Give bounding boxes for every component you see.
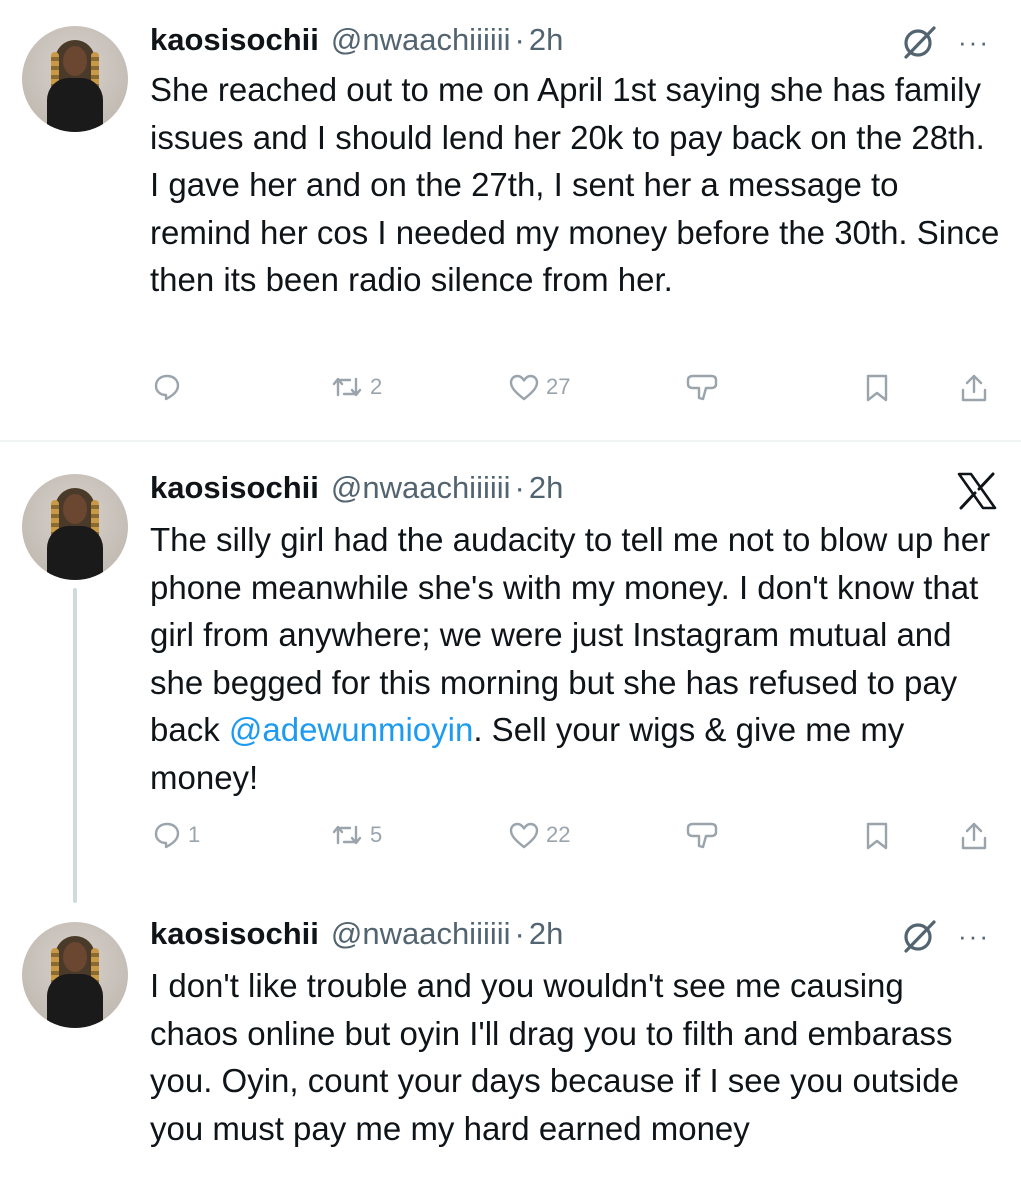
tweet-2[interactable]: kaosisochii @nwaachiiiiii · 2h The silly… [0, 442, 1021, 892]
share-button[interactable] [958, 372, 990, 404]
timestamp[interactable]: 2h [529, 470, 563, 506]
share-icon [958, 820, 990, 852]
reply-icon [152, 372, 182, 402]
tweet-header: kaosisochii @nwaachiiiiii · 2h [150, 22, 563, 62]
dot-separator: · [514, 22, 525, 57]
dot-separator: · [514, 916, 525, 951]
avatar[interactable] [22, 922, 128, 1028]
like-count: 27 [546, 374, 571, 399]
tweet-actions: 1 5 22 [150, 820, 1000, 860]
tweet-header: kaosisochii @nwaachiiiiii · 2h [150, 470, 563, 510]
tweet-text: The silly girl had the audacity to tell … [150, 516, 1000, 801]
views-button[interactable] [684, 372, 720, 402]
reply-button[interactable] [152, 372, 188, 402]
like-count: 22 [546, 822, 571, 847]
user-handle[interactable]: @nwaachiiiiii [331, 470, 511, 506]
retweet-count: 2 [370, 374, 383, 399]
mention-link[interactable]: @adewunmioyin [229, 711, 473, 748]
tweet-actions: 2 27 [150, 372, 1000, 412]
avatar[interactable] [22, 474, 128, 580]
grok-slash-icon[interactable] [900, 24, 940, 65]
bookmark-button[interactable] [862, 820, 892, 852]
tweet-1[interactable]: kaosisochii @nwaachiiiiii · 2h ··· She r… [0, 0, 1021, 440]
retweet-button[interactable]: 2 [330, 372, 382, 402]
like-button[interactable]: 27 [508, 372, 570, 402]
share-button[interactable] [958, 820, 990, 852]
tweet-3[interactable]: kaosisochii @nwaachiiiiii · 2h ··· I don… [0, 892, 1021, 1200]
analytics-icon [684, 820, 720, 850]
timestamp[interactable]: 2h [529, 22, 563, 58]
heart-icon [508, 820, 540, 850]
display-name[interactable]: kaosisochii [150, 916, 319, 952]
reply-button[interactable]: 1 [152, 820, 200, 850]
x-logo-icon[interactable] [956, 472, 998, 515]
more-options-icon[interactable]: ··· [958, 923, 990, 949]
bookmark-icon [862, 820, 892, 852]
user-handle[interactable]: @nwaachiiiiii [331, 916, 511, 952]
retweet-icon [330, 372, 364, 402]
more-options-icon[interactable]: ··· [958, 29, 990, 55]
retweet-icon [330, 820, 364, 850]
bookmark-icon [862, 372, 892, 404]
share-icon [958, 372, 990, 404]
tweet-header: kaosisochii @nwaachiiiiii · 2h [150, 916, 563, 956]
bookmark-button[interactable] [862, 372, 892, 404]
display-name[interactable]: kaosisochii [150, 22, 319, 58]
grok-slash-icon[interactable] [900, 918, 940, 959]
reply-count: 1 [188, 822, 201, 847]
timestamp[interactable]: 2h [529, 916, 563, 952]
tweet-text: I don't like trouble and you wouldn't se… [150, 967, 959, 1147]
like-button[interactable]: 22 [508, 820, 570, 850]
analytics-icon [684, 372, 720, 402]
tweet-text: She reached out to me on April 1st sayin… [150, 71, 1000, 298]
views-button[interactable] [684, 820, 720, 850]
retweet-button[interactable]: 5 [330, 820, 382, 850]
user-handle[interactable]: @nwaachiiiiii [331, 22, 511, 58]
reply-icon [152, 820, 182, 850]
heart-icon [508, 372, 540, 402]
display-name[interactable]: kaosisochii [150, 470, 319, 506]
dot-separator: · [514, 470, 525, 505]
avatar[interactable] [22, 26, 128, 132]
retweet-count: 5 [370, 822, 383, 847]
